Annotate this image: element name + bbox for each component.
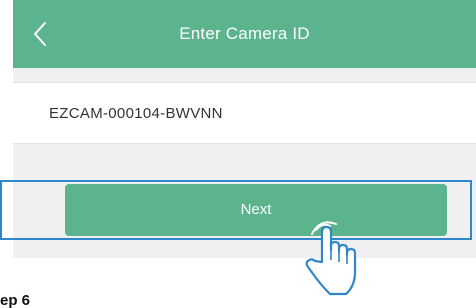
- step-caption: ep 6: [0, 292, 31, 308]
- camera-id-input[interactable]: [49, 83, 429, 143]
- camera-id-row: [13, 82, 476, 144]
- highlight-box: [0, 180, 472, 240]
- pointing-hand-icon: [305, 221, 357, 296]
- page-title: Enter Camera ID: [179, 24, 310, 43]
- nav-header: Enter Camera ID: [13, 0, 476, 68]
- instruction-screenshot: Enter Camera ID Next ep 6: [0, 0, 476, 308]
